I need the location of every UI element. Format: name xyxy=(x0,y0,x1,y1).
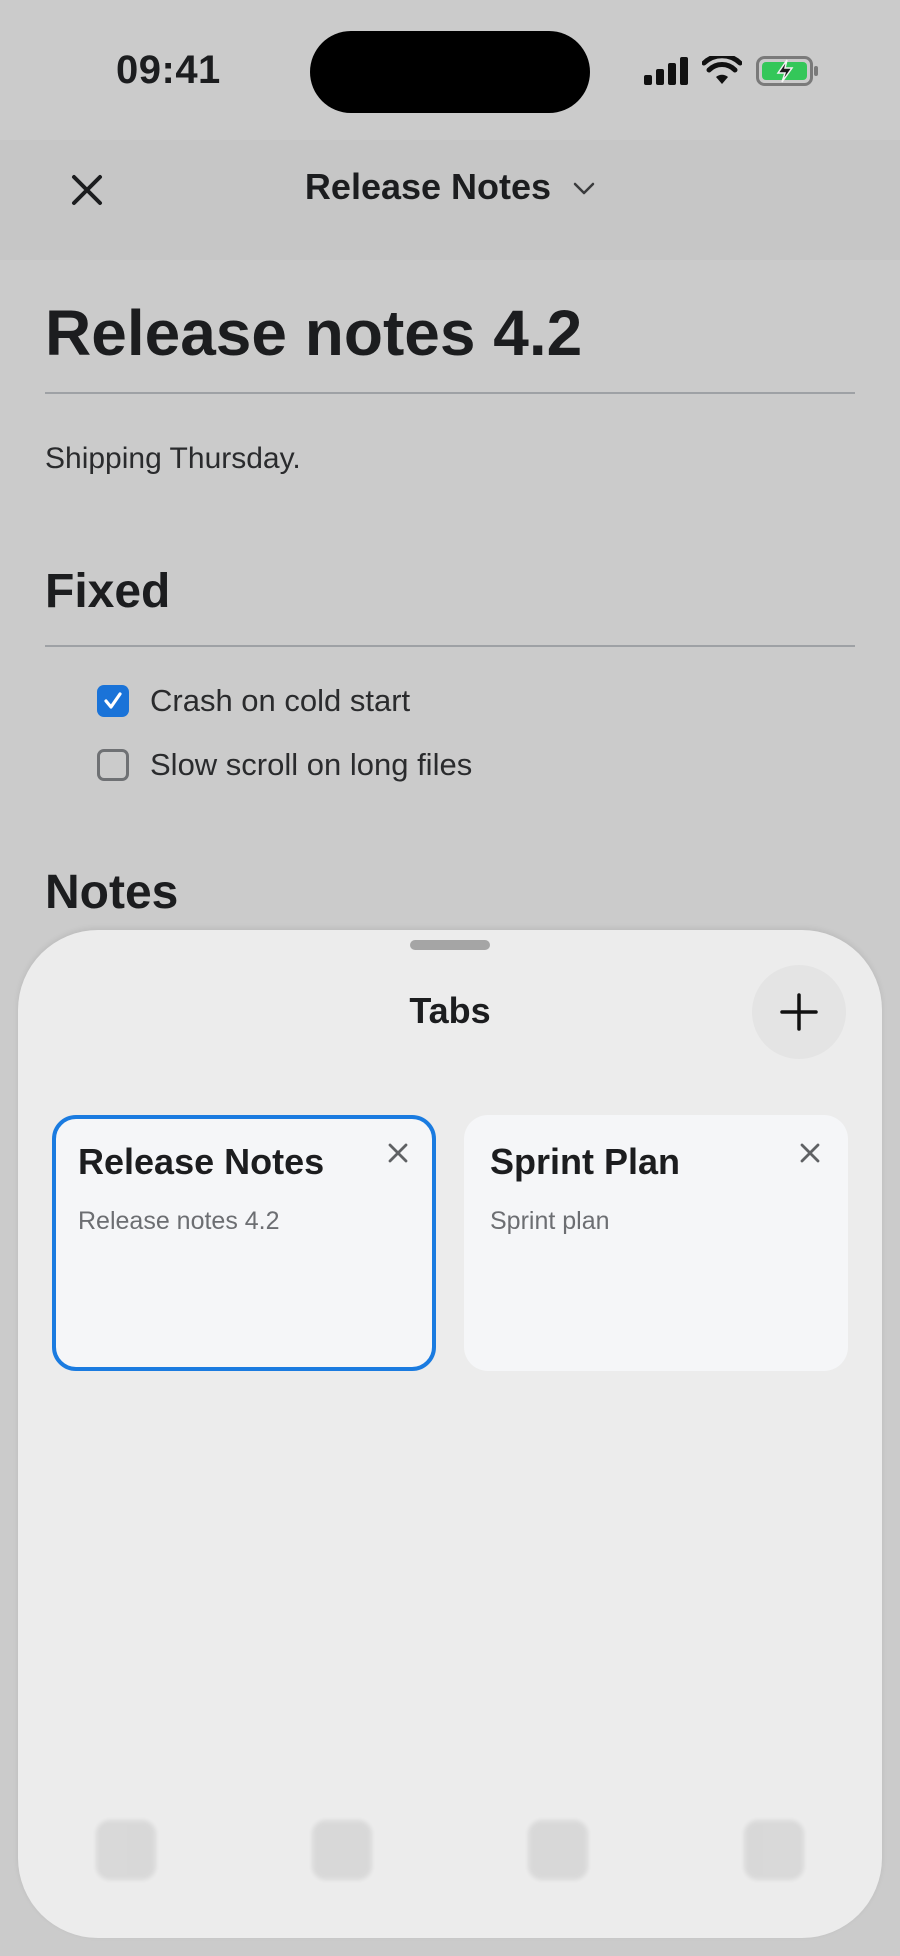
document-switcher[interactable]: Release Notes xyxy=(0,166,900,208)
task-item: Slow scroll on long files xyxy=(97,747,855,783)
section-heading-fixed: Fixed xyxy=(45,565,171,618)
signal-icon xyxy=(644,57,688,85)
close-icon xyxy=(388,1143,408,1163)
task-label: Crash on cold start xyxy=(150,683,411,718)
close-icon xyxy=(800,1143,820,1163)
checkbox-checked-icon[interactable] xyxy=(97,685,129,717)
document-title: Release notes 4.2 xyxy=(45,297,583,369)
background-toolbar xyxy=(18,1810,882,1890)
status-time: 09:41 xyxy=(116,48,221,92)
status-bar: 09:41 xyxy=(0,0,900,140)
task-label: Slow scroll on long files xyxy=(150,747,473,782)
close-tab-button[interactable] xyxy=(794,1137,826,1169)
dynamic-island xyxy=(310,31,590,113)
task-item: Crash on cold start xyxy=(97,683,855,719)
status-icons xyxy=(644,56,820,86)
add-tab-button[interactable] xyxy=(752,965,846,1059)
tab-card-subtitle: Release notes 4.2 xyxy=(78,1207,280,1235)
document-paragraph: Shipping Thursday. xyxy=(45,442,301,475)
checkbox-empty-icon[interactable] xyxy=(97,749,129,781)
section-divider xyxy=(45,645,855,647)
nav-title: Release Notes xyxy=(304,166,552,207)
battery-charging-icon xyxy=(756,56,818,86)
background-toolbar-item xyxy=(528,1820,588,1880)
section-heading-notes: Notes xyxy=(45,866,179,919)
background-toolbar-item xyxy=(96,1820,156,1880)
sheet-grabber[interactable] xyxy=(410,940,490,950)
plus-icon xyxy=(780,993,818,1031)
tab-card-title: Sprint Plan xyxy=(490,1141,681,1182)
tab-card-release-notes[interactable]: Release Notes Release notes 4.2 xyxy=(52,1115,436,1371)
tabs-sheet: Tabs Release Notes Release notes 4.2 Spr… xyxy=(18,930,882,1938)
tab-card-title: Release Notes xyxy=(78,1141,325,1182)
chevron-down-icon xyxy=(573,183,595,195)
wifi-icon xyxy=(702,56,742,84)
close-tab-button[interactable] xyxy=(382,1137,414,1169)
tab-card-subtitle: Sprint plan xyxy=(490,1207,610,1235)
title-divider xyxy=(45,392,855,394)
tab-card-sprint-plan[interactable]: Sprint Plan Sprint plan xyxy=(464,1115,848,1371)
document-body: Release notes 4.2 Shipping Thursday. Fix… xyxy=(45,260,855,920)
background-toolbar-item xyxy=(312,1820,372,1880)
background-toolbar-item xyxy=(744,1820,804,1880)
